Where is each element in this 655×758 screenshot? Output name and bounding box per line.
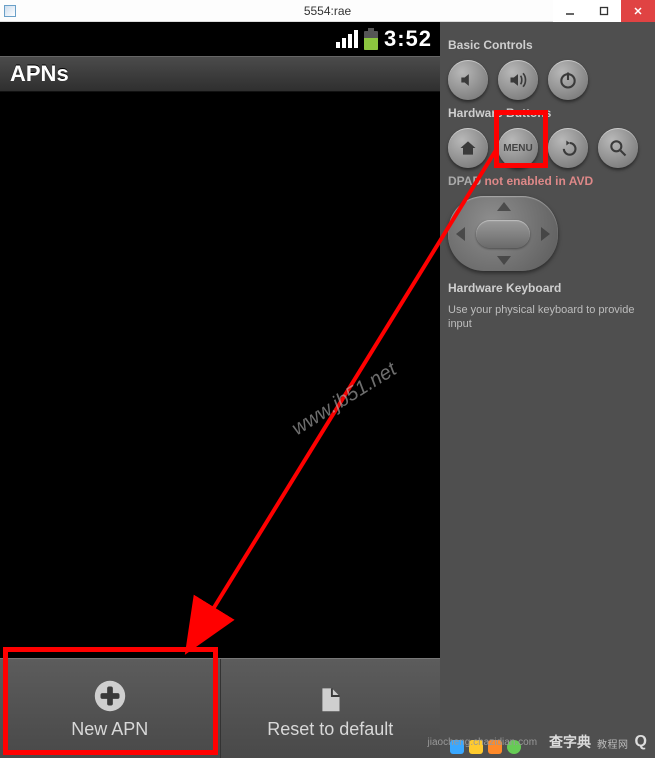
window-controls [553,0,655,21]
menu-item-label: Reset to default [267,719,393,740]
volume-down-button[interactable] [448,60,488,100]
menu-button[interactable]: MENU [498,128,538,168]
menu-item-reset[interactable]: Reset to default [221,659,441,758]
search-icon [608,138,628,158]
hw-keyboard-note: Use your physical keyboard to provide in… [448,303,647,332]
close-button[interactable] [621,0,655,22]
status-time: 3:52 [384,26,432,52]
home-icon [458,138,478,158]
tray-icon [488,740,502,754]
back-icon [558,138,578,158]
hw-keyboard-title: Hardware Keyboard [448,281,647,295]
close-icon [633,6,643,16]
system-tray-icons [450,740,521,754]
dpad-section: DPAD not enabled in AVD [448,174,647,188]
menu-item-label: New APN [71,719,148,740]
window-title: 5554:rae [304,4,351,18]
dpad-center [476,220,530,248]
dpad-down-icon [497,256,511,265]
tray-icon [507,740,521,754]
dpad-right-icon [541,227,550,241]
home-button[interactable] [448,128,488,168]
signal-icon [336,30,358,48]
minimize-button[interactable] [553,0,587,22]
status-bar: 3:52 [0,22,440,56]
power-icon [558,70,578,90]
app-icon [4,5,16,17]
tray-icon [450,740,464,754]
hardware-buttons-title: Hardware Buttons [448,106,647,120]
volume-up-button[interactable] [498,60,538,100]
emulator-control-panel: Basic Controls Hardware Buttons MENU [440,22,655,758]
back-button[interactable] [548,128,588,168]
options-menu: New APN Reset to default [0,658,440,758]
battery-icon [364,28,378,50]
dpad-up-icon [497,202,511,211]
menu-button-label: MENU [503,143,532,154]
volume-down-icon [458,70,478,90]
dpad-control [448,196,558,271]
page-title: APNs [0,56,440,92]
dpad-label: DPAD [448,174,481,188]
menu-item-new-apn[interactable]: New APN [0,659,221,758]
basic-controls-title: Basic Controls [448,38,647,52]
reset-icon [311,677,349,715]
minimize-icon [565,6,575,16]
search-button[interactable] [598,128,638,168]
maximize-icon [599,6,609,16]
plus-circle-icon [91,677,129,715]
dpad-left-icon [456,227,465,241]
maximize-button[interactable] [587,0,621,22]
tray-icon [469,740,483,754]
volume-up-icon [508,70,528,90]
window-titlebar: 5554:rae [0,0,655,22]
power-button[interactable] [548,60,588,100]
dpad-status: not enabled in AVD [484,174,593,188]
